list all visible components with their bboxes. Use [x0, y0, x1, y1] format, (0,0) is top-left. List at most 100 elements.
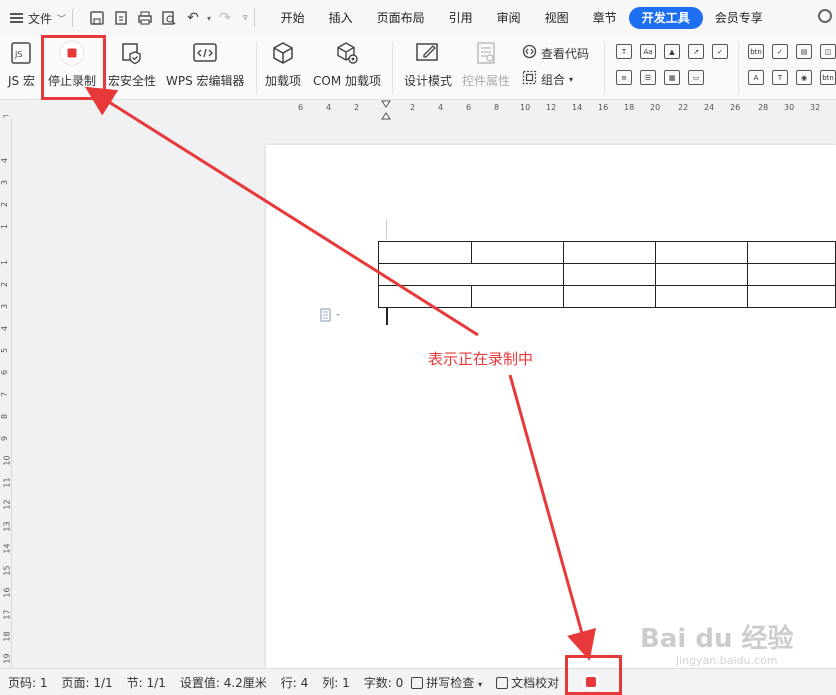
js-macro-button[interactable]: JS JS 宏: [8, 40, 35, 89]
indent-marker-icon[interactable]: [381, 100, 391, 120]
ruler-number: 3: [0, 179, 10, 186]
table-cell[interactable]: [654, 285, 749, 308]
status-section[interactable]: 节: 1/1: [127, 674, 166, 691]
save-icon[interactable]: [87, 8, 107, 28]
button-control-icon[interactable]: btn: [748, 44, 764, 59]
tab-review[interactable]: 审阅: [485, 7, 533, 29]
table-cell[interactable]: [470, 241, 565, 264]
addins-button[interactable]: 加载项: [265, 40, 301, 89]
radio-control-icon[interactable]: ◉: [796, 70, 812, 85]
status-word-count[interactable]: 字数: 0: [364, 674, 404, 691]
paragraph-layout-icon[interactable]: [320, 308, 342, 325]
table-cell[interactable]: [378, 241, 472, 264]
document-page[interactable]: [266, 145, 836, 668]
table-cell[interactable]: [747, 285, 836, 308]
ruler-number: 12: [2, 499, 12, 510]
group-button[interactable]: 组合 ▾: [522, 70, 573, 88]
table-cell[interactable]: [747, 263, 836, 286]
picture-control-icon[interactable]: ▲: [664, 44, 680, 59]
ruler-number: 4: [0, 157, 10, 164]
ruler-number: 11: [2, 477, 12, 488]
table-cell[interactable]: [377, 263, 565, 286]
tab-chapter[interactable]: 章节: [581, 7, 629, 29]
divider: [72, 9, 74, 27]
control-gallery-row-1: T Aa ▲ ↗ ✓: [616, 44, 728, 59]
tab-view[interactable]: 视图: [533, 7, 581, 29]
export-pdf-icon[interactable]: [111, 8, 131, 28]
table-cell[interactable]: [563, 285, 656, 308]
status-pages[interactable]: 页面: 1/1: [62, 674, 113, 691]
tab-page-layout[interactable]: 页面布局: [365, 7, 437, 29]
checkbox-control-icon[interactable]: ✓: [712, 44, 728, 59]
table-cell[interactable]: [563, 241, 656, 264]
code-editor-icon: [192, 40, 218, 66]
addins-label: 加载项: [265, 74, 302, 88]
toggle-control-icon[interactable]: btn: [820, 70, 836, 85]
combo-box-control-icon[interactable]: ≡: [616, 70, 632, 85]
file-menu[interactable]: 文件 ﹀: [0, 0, 66, 36]
horizontal-ruler: 6 4 2 2 4 6 8 10 12 14 16 18 20 22 24 26 28 30 32: [0, 100, 836, 120]
status-setting[interactable]: 设置值: 4.2厘米: [180, 674, 267, 691]
ribbon-developer: JS JS 宏 停止录制 宏安全性 WPS 宏编辑器 加载项 COM 加载项 设…: [0, 36, 836, 100]
print-preview-icon[interactable]: [159, 8, 179, 28]
customize-toolbar-icon[interactable]: ▿: [243, 13, 248, 23]
edit-control-icon[interactable]: ↗: [688, 44, 704, 59]
ruler-number: 4: [438, 103, 444, 112]
macro-security-button[interactable]: 宏安全性: [108, 40, 156, 89]
spell-check-button[interactable]: 拼写检查 ▾: [411, 674, 482, 691]
undo-icon[interactable]: ↶: [183, 8, 203, 28]
search-icon[interactable]: [818, 9, 832, 23]
table-cell[interactable]: [378, 285, 472, 308]
table-cell[interactable]: [747, 241, 836, 264]
table-cell[interactable]: [654, 241, 749, 264]
com-addins-button[interactable]: COM 加载项: [313, 40, 381, 89]
status-page-code[interactable]: 页码: 1: [8, 674, 48, 691]
highlight-box-status-record: [565, 655, 622, 695]
wps-macro-editor-button[interactable]: WPS 宏编辑器: [166, 40, 245, 89]
tab-home[interactable]: 开始: [269, 7, 317, 29]
cube-gear-icon: [334, 40, 360, 66]
label-control-icon[interactable]: A: [748, 70, 764, 85]
table-cell[interactable]: [654, 263, 749, 286]
tab-member[interactable]: 会员专享: [703, 7, 775, 29]
ruler-number: 4: [0, 325, 10, 332]
rich-text-control-icon[interactable]: Aa: [640, 44, 656, 59]
cube-icon: [270, 40, 296, 66]
ruler-number: 24: [704, 103, 715, 112]
ruler-number: 14: [572, 103, 583, 112]
tab-developer[interactable]: 开发工具: [628, 7, 703, 29]
divider: [256, 42, 257, 94]
js-macro-label: JS 宏: [8, 74, 35, 88]
date-control-icon[interactable]: ▭: [688, 70, 704, 85]
ruler-number: 2: [0, 281, 10, 288]
menu-bar: 文件 ﹀ ↶ ▾ ↷ ▿ 开始 插入 页面布局 引用 审阅 视图 章节 开发工具…: [0, 0, 836, 36]
check-control-icon[interactable]: ✓: [772, 44, 788, 59]
view-code-button[interactable]: 查看代码: [522, 44, 589, 62]
shield-icon: [119, 40, 145, 66]
list-control-icon[interactable]: ☰: [640, 70, 656, 85]
design-mode-button[interactable]: 设计模式: [404, 40, 452, 89]
print-icon[interactable]: [135, 8, 155, 28]
ruler-number: 19: [2, 653, 12, 664]
ruler-number: 7: [0, 391, 10, 398]
undo-dropdown-icon[interactable]: ▾: [207, 14, 211, 23]
watermark-url: jingyan.baidu.com: [676, 654, 778, 667]
table-cell[interactable]: [563, 263, 656, 286]
table-cell[interactable]: [470, 285, 565, 308]
ruler-number: 16: [2, 587, 12, 598]
status-col[interactable]: 列: 1: [322, 674, 350, 691]
more-control-icon[interactable]: ◫: [820, 44, 836, 59]
tab-insert[interactable]: 插入: [317, 7, 365, 29]
textfield-control-icon[interactable]: T: [772, 70, 788, 85]
ruler-number: 3: [0, 303, 10, 310]
status-row[interactable]: 行: 4: [281, 674, 309, 691]
table-control-icon[interactable]: ▦: [664, 70, 680, 85]
tab-references[interactable]: 引用: [437, 7, 485, 29]
doc-proof-button[interactable]: 文档校对: [496, 674, 559, 691]
document-table[interactable]: [377, 241, 836, 308]
frame-control-icon[interactable]: ▤: [796, 44, 812, 59]
view-code-label: 查看代码: [541, 46, 590, 61]
control-properties-button[interactable]: 控件属性: [462, 40, 510, 89]
text-box-control-icon[interactable]: T: [616, 44, 632, 59]
redo-icon[interactable]: ↷: [215, 8, 235, 28]
